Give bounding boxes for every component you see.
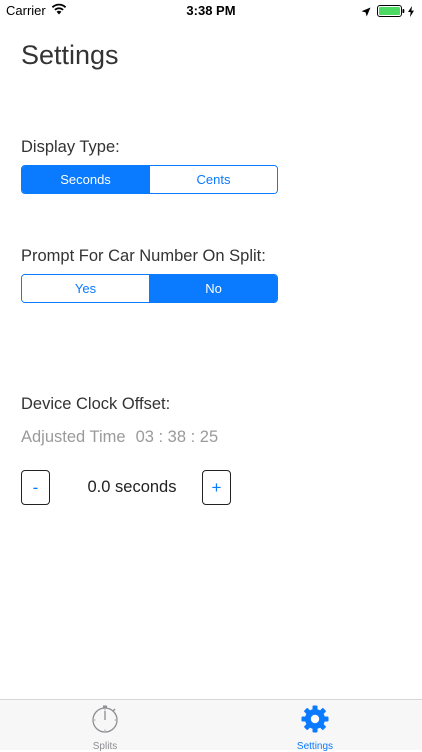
gear-icon <box>300 704 330 739</box>
charging-bolt-icon <box>408 4 414 22</box>
adjusted-time-value: 03 : 38 : 25 <box>135 428 219 446</box>
tab-bar: Splits Settings <box>0 699 422 752</box>
status-right <box>361 4 414 22</box>
tab-settings[interactable]: Settings <box>275 704 355 752</box>
increment-offset-button[interactable]: + <box>202 470 231 505</box>
display-type-label: Display Type: <box>21 138 120 156</box>
battery-icon <box>377 4 407 22</box>
device-clock-offset-label: Device Clock Offset: <box>21 395 171 413</box>
tab-splits-label: Splits <box>92 741 118 752</box>
tab-splits[interactable]: Splits <box>65 704 145 752</box>
prompt-car-number-segmented-control: Yes No <box>21 274 278 303</box>
segment-no[interactable]: No <box>149 275 277 302</box>
status-time: 3:38 PM <box>186 3 236 18</box>
display-type-segmented-control: Seconds Cents <box>21 165 278 194</box>
status-bar: Carrier 3:38 PM <box>0 0 422 22</box>
offset-value: 0.0 seconds <box>87 478 177 496</box>
segment-seconds[interactable]: Seconds <box>22 166 149 193</box>
adjusted-time-row: Adjusted Time 03 : 38 : 25 <box>21 428 218 447</box>
adjusted-time-label: Adjusted Time <box>21 428 126 446</box>
prompt-car-number-label: Prompt For Car Number On Split: <box>21 247 266 265</box>
stopwatch-icon <box>90 704 120 739</box>
segment-cents[interactable]: Cents <box>149 166 277 193</box>
location-arrow-icon <box>361 4 371 22</box>
tab-settings-label: Settings <box>296 741 334 752</box>
decrement-offset-button[interactable]: - <box>21 470 50 505</box>
segment-yes[interactable]: Yes <box>22 275 149 302</box>
page-title: Settings <box>21 40 119 70</box>
